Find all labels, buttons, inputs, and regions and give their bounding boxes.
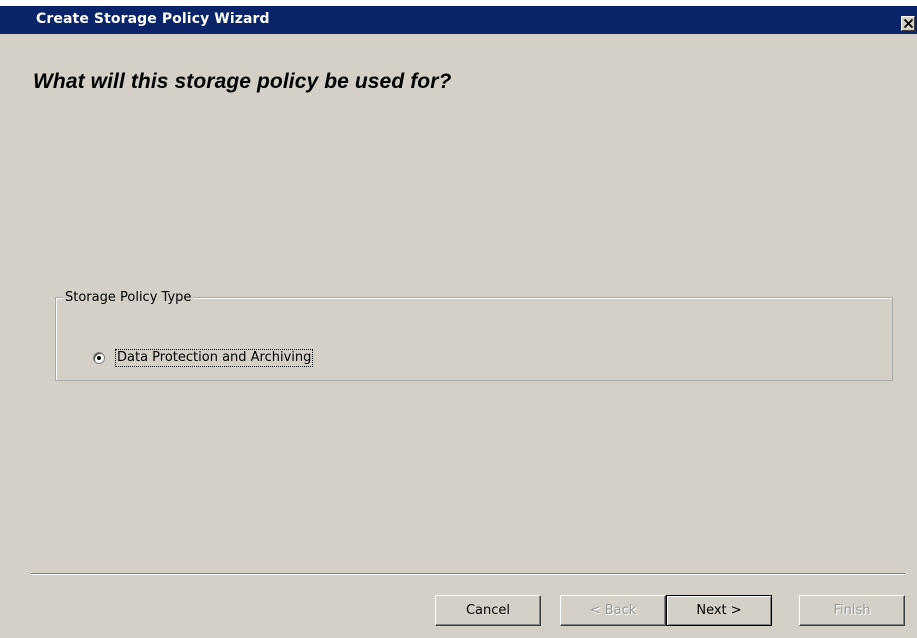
storage-policy-type-group xyxy=(55,297,893,381)
radio-selected-dot xyxy=(97,356,101,360)
radio-option-data-protection[interactable]: Data Protection and Archiving xyxy=(93,349,314,367)
window-title: Create Storage Policy Wizard xyxy=(36,11,270,27)
page-heading: What will this storage policy be used fo… xyxy=(33,70,452,93)
next-button[interactable]: Next > xyxy=(666,595,772,626)
radio-label[interactable]: Data Protection and Archiving xyxy=(114,349,314,367)
title-bar[interactable]: Create Storage Policy Wizard xyxy=(0,6,917,34)
close-icon xyxy=(904,19,913,28)
finish-button[interactable]: Finish xyxy=(799,595,905,626)
cancel-button[interactable]: Cancel xyxy=(435,595,541,626)
radio-button[interactable] xyxy=(93,352,105,364)
group-legend: Storage Policy Type xyxy=(63,290,194,305)
back-button[interactable]: < Back xyxy=(560,595,666,626)
wizard-window: Create Storage Policy Wizard What will t… xyxy=(0,6,917,638)
footer-separator xyxy=(31,573,905,575)
close-button[interactable] xyxy=(901,16,915,31)
